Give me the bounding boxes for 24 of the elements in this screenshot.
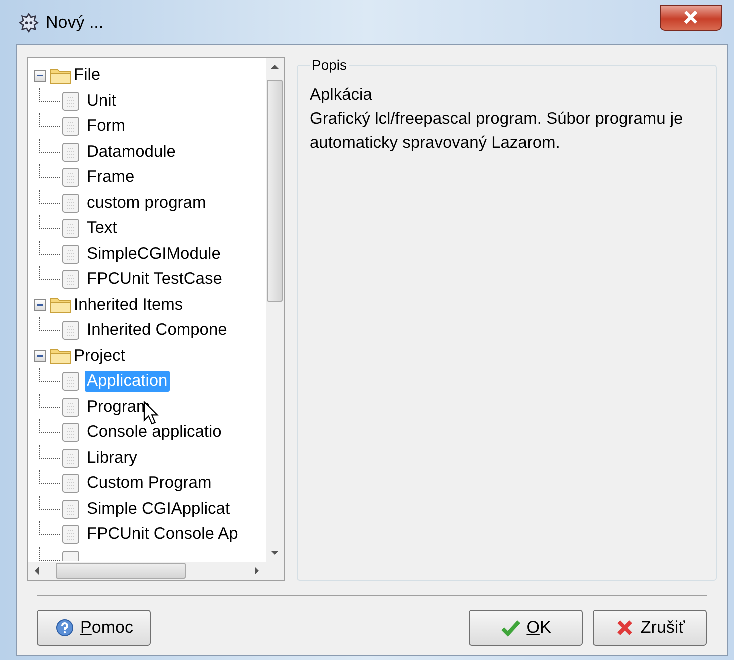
tree-item[interactable]: Library bbox=[85, 448, 140, 469]
tree-item[interactable]: Project bbox=[74, 346, 126, 367]
tree-item[interactable]: Text bbox=[85, 218, 120, 240]
tree-item[interactable]: custom program bbox=[85, 192, 208, 214]
tree-item[interactable]: File bbox=[74, 65, 101, 86]
help-button[interactable]: Pomoc bbox=[37, 610, 151, 646]
tree-item[interactable]: Frame bbox=[85, 167, 137, 188]
tree-item[interactable]: Datamodule bbox=[85, 142, 178, 163]
tree-item[interactable]: Console applicatio bbox=[85, 422, 224, 444]
tree-item[interactable]: FPCUnit Console Ap bbox=[85, 524, 240, 546]
window-title: Nový ... bbox=[46, 12, 104, 32]
tree-item[interactable]: SimpleCGIModule bbox=[85, 244, 223, 265]
tree-item[interactable]: Inherited Compone bbox=[85, 320, 230, 342]
ok-button[interactable]: OK bbox=[469, 610, 583, 646]
description-heading: Aplkácia bbox=[310, 85, 374, 106]
tree-item[interactable]: Custom Program bbox=[85, 473, 214, 494]
description-text: Grafický lcl/freepascal program. Súbor programu je automaticky spravovaný Lazarom. bbox=[310, 109, 684, 154]
tree-item[interactable]: FPCUnit TestCase bbox=[85, 269, 224, 290]
tree-item[interactable]: Inherited Items bbox=[74, 294, 184, 316]
group-title: Popis bbox=[311, 57, 348, 73]
cancel-button[interactable]: Zrušiť bbox=[593, 610, 707, 646]
tree-item[interactable]: Unit bbox=[85, 90, 118, 112]
tree-item[interactable]: Form bbox=[85, 116, 128, 138]
tree-item[interactable]: Simple CGIApplicat bbox=[85, 498, 232, 520]
